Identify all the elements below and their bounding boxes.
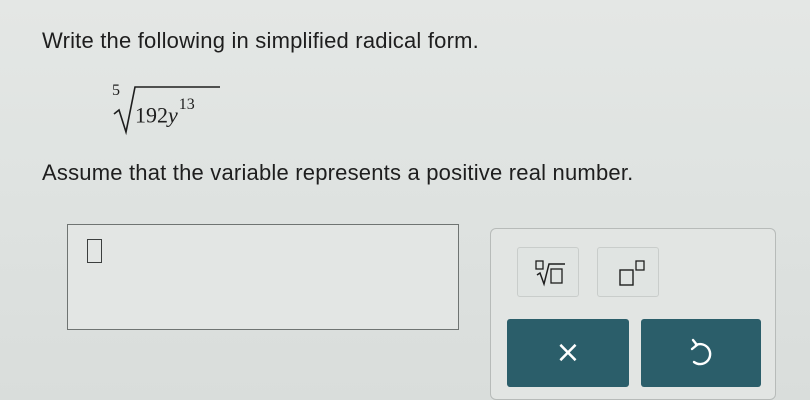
radicand-exponent: 13 bbox=[178, 96, 195, 113]
clear-icon: × bbox=[555, 335, 581, 370]
math-toolbar: × bbox=[490, 228, 776, 400]
radicand: 192y13 bbox=[135, 96, 195, 128]
clear-button[interactable]: × bbox=[507, 319, 629, 387]
exponent-button[interactable] bbox=[597, 247, 659, 297]
answer-input[interactable] bbox=[67, 224, 459, 330]
nth-root-button[interactable] bbox=[517, 247, 579, 297]
exponent-template-icon bbox=[619, 260, 645, 286]
undo-button[interactable] bbox=[641, 319, 761, 387]
radicand-coefficient: 192 bbox=[135, 102, 168, 128]
radicand-variable: y bbox=[168, 102, 178, 128]
undo-icon bbox=[690, 338, 712, 366]
answer-placeholder-box[interactable] bbox=[87, 239, 102, 263]
radical-expression: 5 192y13 bbox=[112, 82, 222, 140]
question-prompt: Write the following in simplified radica… bbox=[42, 28, 479, 53]
assumption-text: Assume that the variable represents a po… bbox=[42, 160, 634, 185]
nth-root-template-icon bbox=[535, 260, 565, 287]
